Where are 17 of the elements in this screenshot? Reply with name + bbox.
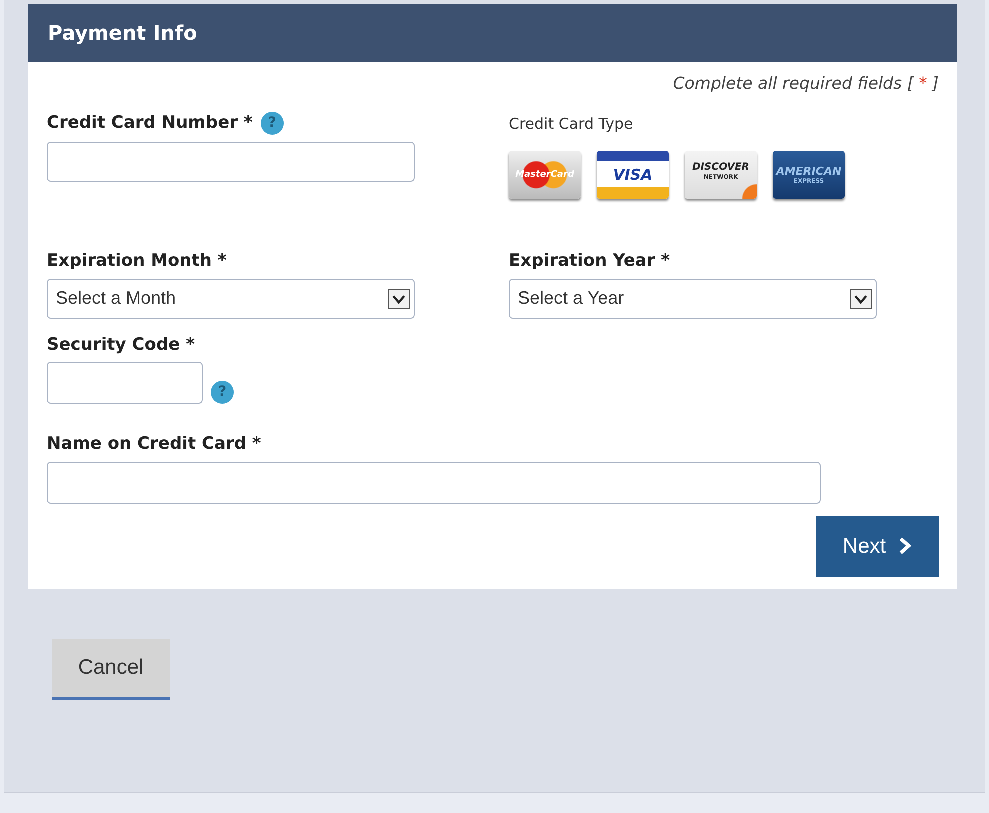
card-logo: VISA [597, 151, 669, 200]
required-fields-note: Complete all required fields [ * ] [673, 73, 939, 95]
panel-title: Payment Info [28, 4, 957, 62]
field-label: Expiration Year * [509, 250, 672, 274]
field-label: Credit Card Type [509, 114, 634, 135]
month-select[interactable]: Select a Month [47, 278, 415, 319]
field-label: Security Code * [47, 334, 196, 357]
name-on-card-field[interactable] [47, 462, 821, 504]
next-button[interactable]: Next [816, 516, 939, 577]
field-label: Credit Card Number * [47, 112, 253, 135]
cancel-button[interactable]: Cancel [52, 638, 170, 700]
field-label: Expiration Month * [47, 250, 228, 274]
year-select[interactable]: Select a Year [509, 278, 877, 319]
chevron-right-icon [898, 537, 912, 556]
field-label: Name on Credit Card * [47, 433, 262, 456]
security-code-field[interactable] [47, 362, 203, 404]
card-number-field[interactable] [47, 142, 415, 182]
